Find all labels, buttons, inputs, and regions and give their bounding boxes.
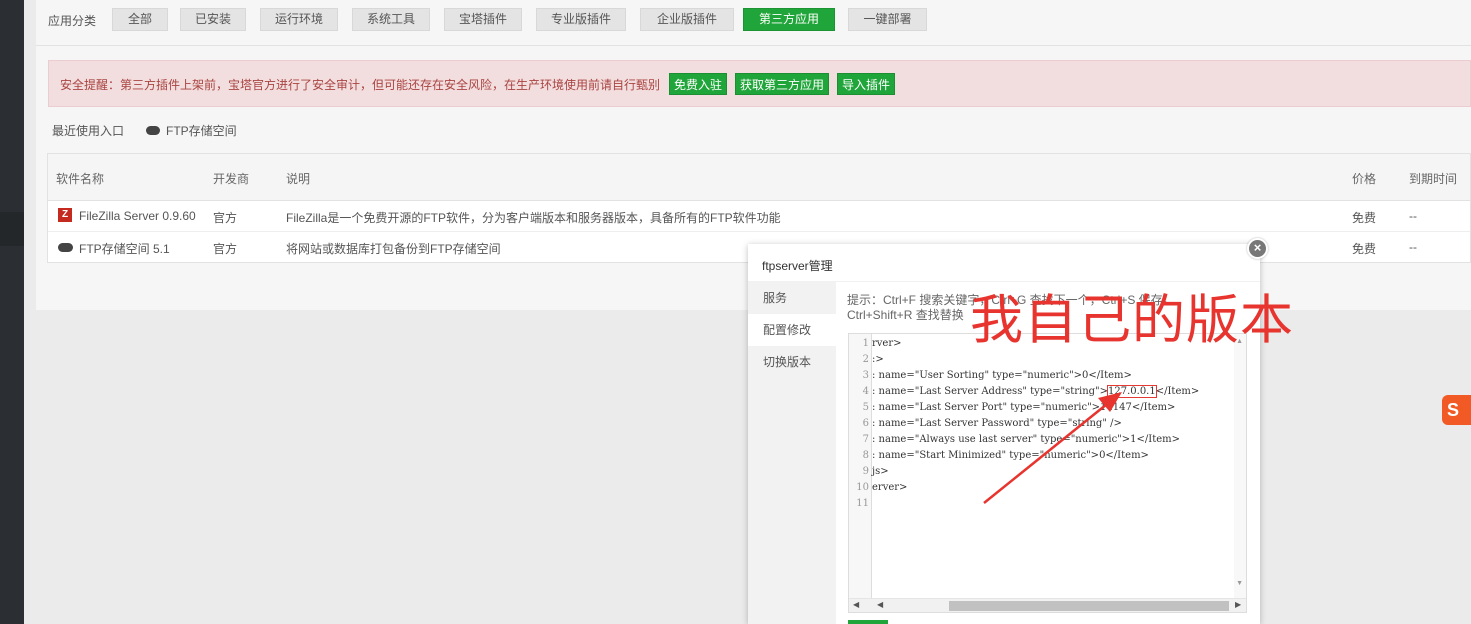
annotation-arrow [983,392,1122,504]
sogou-input-icon[interactable]: S [1442,395,1471,425]
